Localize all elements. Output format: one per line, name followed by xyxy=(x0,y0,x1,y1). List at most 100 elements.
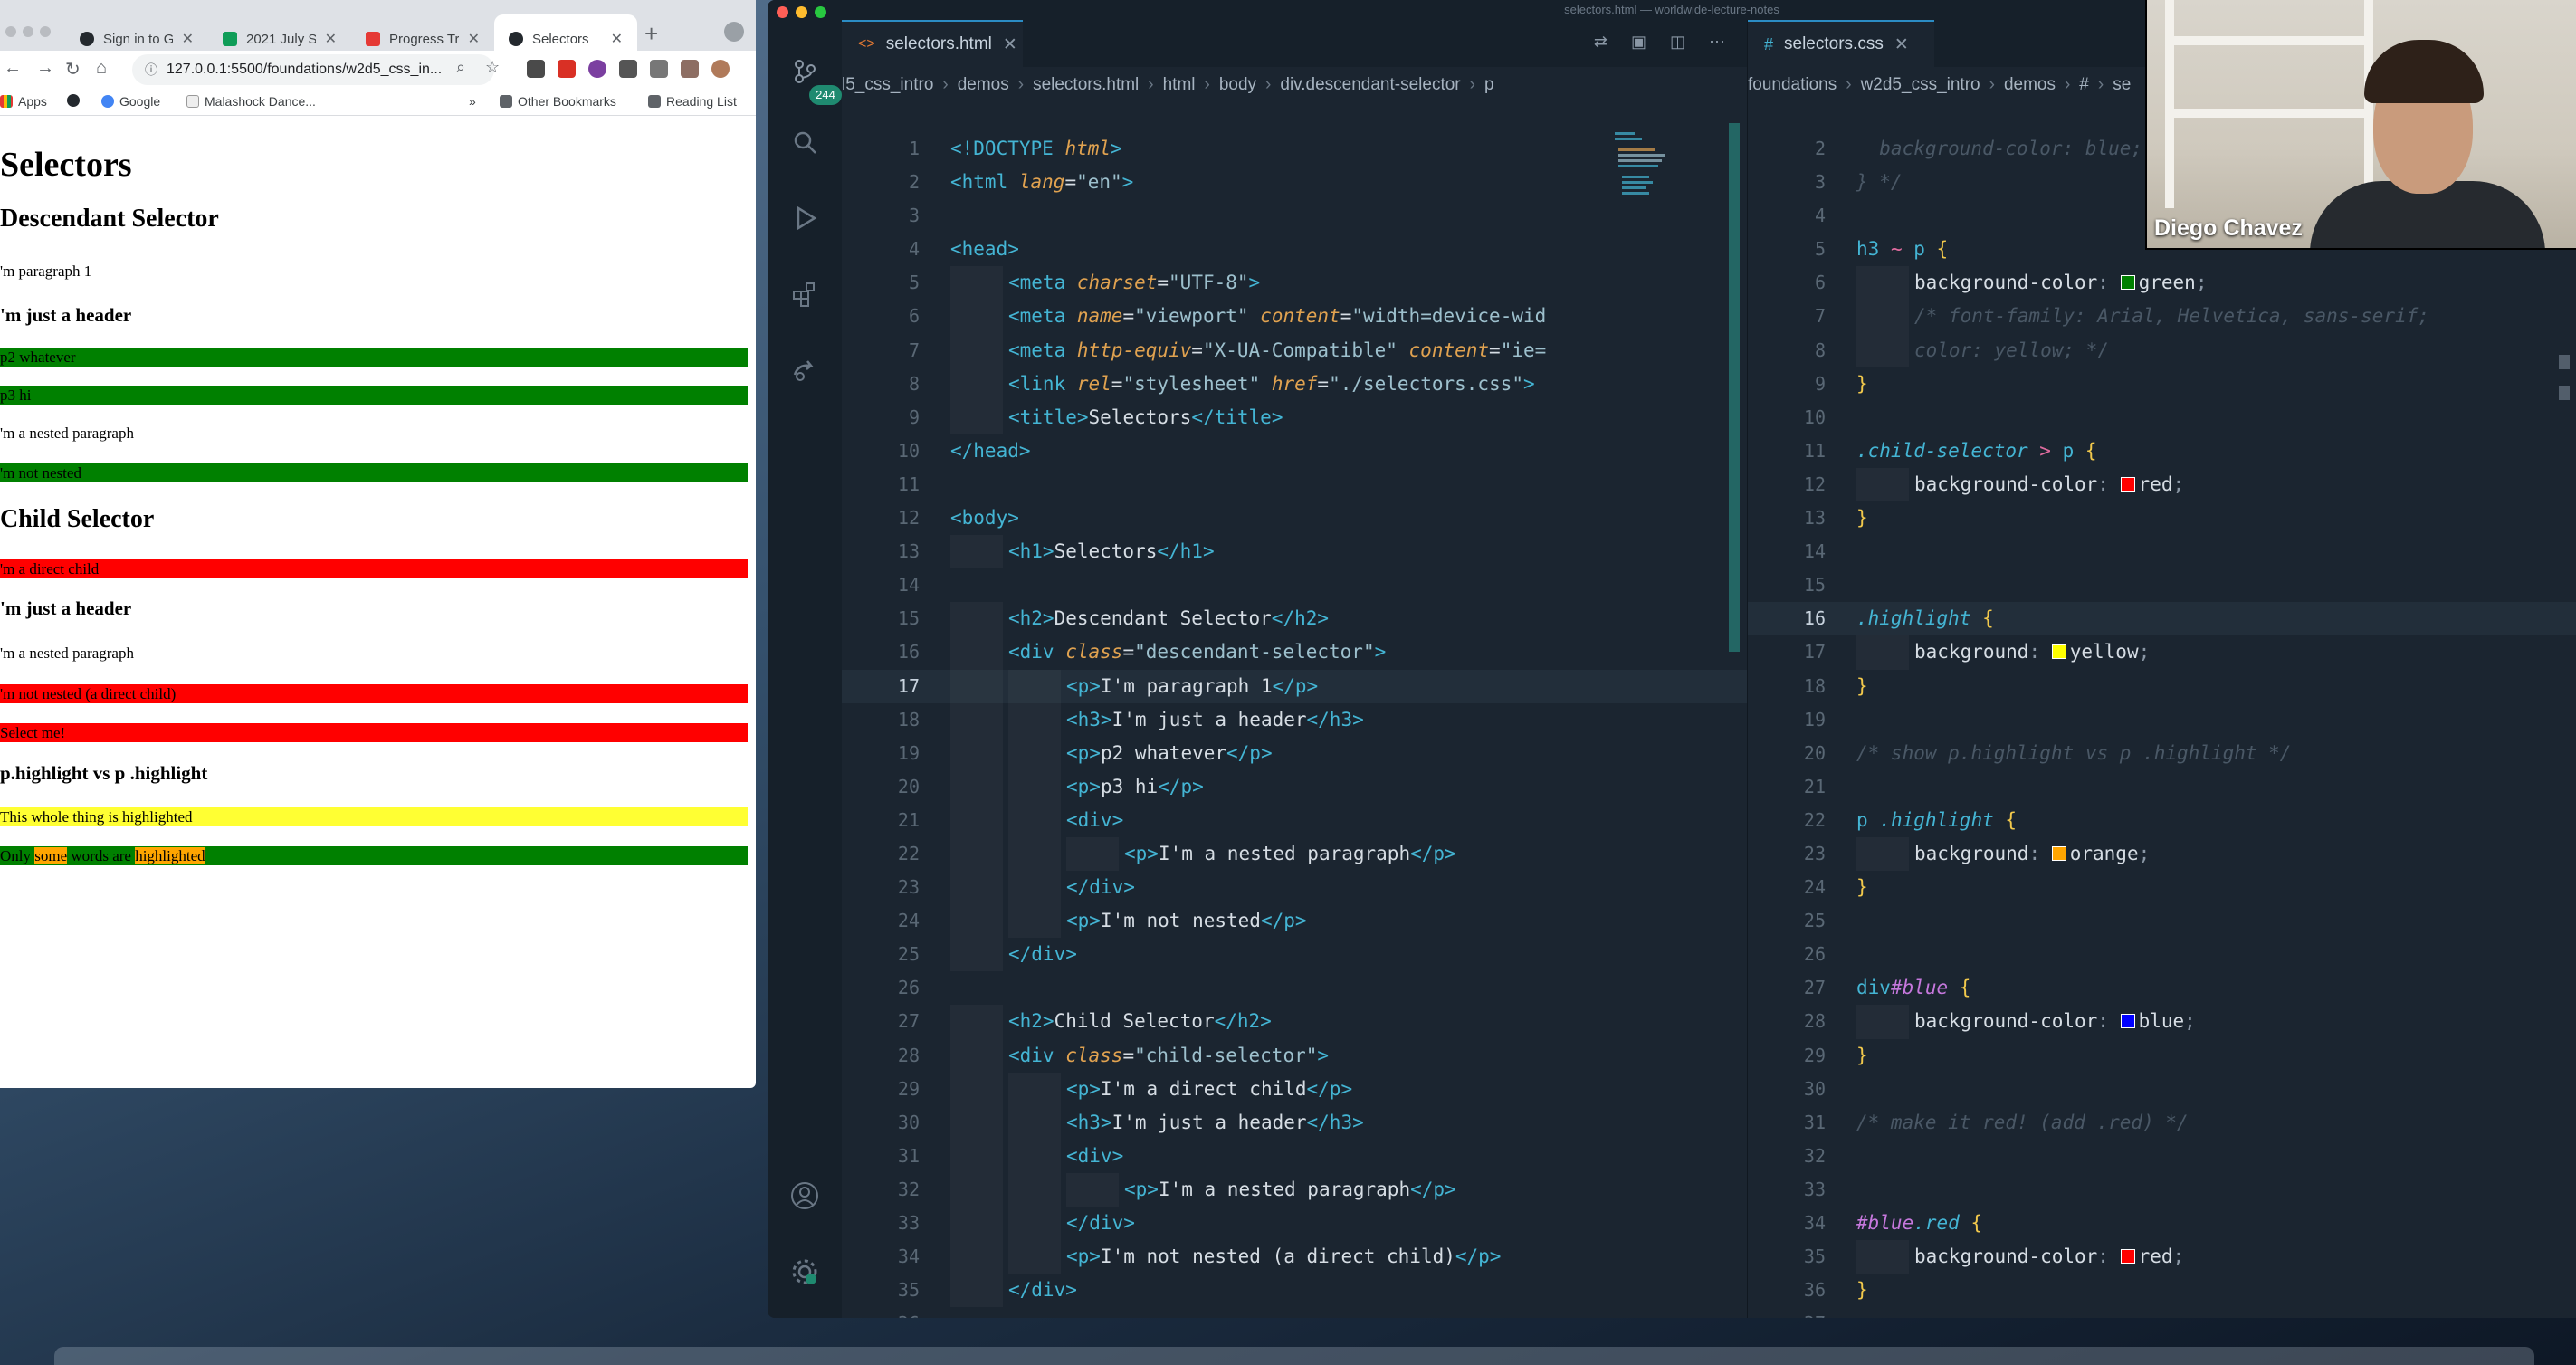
split-editor-icon[interactable]: ◫ xyxy=(1670,33,1685,52)
code-line[interactable]: 32 xyxy=(1748,1140,2576,1173)
dock[interactable] xyxy=(54,1347,2534,1365)
code-line[interactable]: 12 <body> xyxy=(842,501,1747,535)
bookmark-apps[interactable]: Apps xyxy=(0,94,47,109)
bookmark-github[interactable] xyxy=(67,94,80,107)
code-line[interactable]: 15 <h2>Descendant Selector</h2> xyxy=(842,602,1747,635)
code-line[interactable]: 7 /* font-family: Arial, Helvetica, sans-… xyxy=(1748,300,2576,333)
code-line[interactable]: 19 xyxy=(1748,703,2576,737)
avatar[interactable] xyxy=(711,60,730,78)
code-line[interactable]: 13} xyxy=(1748,501,2576,535)
code-line[interactable]: 9} xyxy=(1748,368,2576,401)
close-icon[interactable]: ✕ xyxy=(182,30,194,48)
code-line[interactable]: 23 </div> xyxy=(842,871,1747,904)
code-editor-css[interactable]: 2 background-color: blue; 3} */ 4 5 h3 ~ p {… xyxy=(1748,132,2576,1318)
code-line[interactable]: 22 p .highlight { xyxy=(1748,804,2576,837)
breadcrumb-item[interactable]: l5_css_intro xyxy=(842,75,933,95)
code-line[interactable]: 27 div#blue { xyxy=(1748,971,2576,1005)
code-line[interactable]: 16 <div class="descendant-selector"> xyxy=(842,635,1747,669)
code-line[interactable]: 27 <h2>Child Selector</h2> xyxy=(842,1005,1747,1038)
more-actions-icon[interactable]: ⋯ xyxy=(1709,33,1725,52)
window-controls[interactable] xyxy=(5,25,57,42)
code-line[interactable]: 7 <meta http-equiv="X-UA-Compatible" cont… xyxy=(842,334,1747,368)
code-line[interactable]: 21 xyxy=(1748,770,2576,804)
close-icon[interactable]: ✕ xyxy=(611,30,623,48)
browser-menu-icon[interactable] xyxy=(724,22,744,42)
code-line[interactable]: 32 <p>I'm a nested paragraph</p> xyxy=(842,1173,1747,1207)
code-line[interactable]: 3 xyxy=(842,199,1747,233)
close-window-button[interactable] xyxy=(777,6,788,18)
code-line[interactable]: 34 #blue.red { xyxy=(1748,1207,2576,1240)
code-line[interactable]: 33 xyxy=(1748,1173,2576,1207)
color-swatch-icon[interactable] xyxy=(2051,644,2066,660)
code-line[interactable]: 30 xyxy=(1748,1073,2576,1106)
code-line[interactable]: 20 <p>p3 hi</p> xyxy=(842,770,1747,804)
breadcrumb-item[interactable]: selectors.html xyxy=(1033,75,1139,95)
code-line[interactable]: 11 xyxy=(842,468,1747,501)
code-line[interactable]: 6 background-color: green; xyxy=(1748,266,2576,300)
live-share-icon[interactable] xyxy=(789,355,820,386)
code-line[interactable]: 5 <meta charset="UTF-8"> xyxy=(842,266,1747,300)
breadcrumb-item[interactable]: div.descendant-selector xyxy=(1280,75,1460,95)
code-line[interactable]: 35 background-color: red; xyxy=(1748,1240,2576,1274)
code-line[interactable]: 30 <h3>I'm just a header</h3> xyxy=(842,1106,1747,1140)
extension-icon[interactable] xyxy=(588,60,606,78)
zoom-window-button[interactable] xyxy=(815,6,826,18)
color-swatch-icon[interactable] xyxy=(2051,845,2066,861)
code-line[interactable]: 14 xyxy=(1748,535,2576,568)
settings-gear-icon[interactable] xyxy=(789,1256,820,1287)
breadcrumb-item[interactable]: demos xyxy=(2004,75,2056,95)
code-line[interactable]: 35 </div> xyxy=(842,1274,1747,1307)
code-line[interactable]: 13 <h1>Selectors</h1> xyxy=(842,535,1747,568)
code-line[interactable]: 26 xyxy=(1748,938,2576,971)
code-line[interactable]: 10 </head> xyxy=(842,434,1747,468)
source-control-icon[interactable] xyxy=(789,56,820,87)
scrollbar[interactable] xyxy=(2559,386,2570,400)
minimize-window-button[interactable] xyxy=(796,6,807,18)
bookmark-other[interactable]: Other Bookmarks xyxy=(500,94,616,109)
color-swatch-icon[interactable] xyxy=(2120,1249,2135,1265)
code-line[interactable]: 21 <div> xyxy=(842,804,1747,837)
extension-icon[interactable] xyxy=(558,60,576,78)
code-line[interactable]: 28 background-color: blue; xyxy=(1748,1005,2576,1038)
code-line[interactable]: 9 <title>Selectors</title> xyxy=(842,401,1747,434)
code-line[interactable]: 19 <p>p2 whatever</p> xyxy=(842,737,1747,770)
bookmarks-overflow[interactable]: » xyxy=(469,94,476,109)
scrollbar[interactable] xyxy=(2559,355,2570,369)
code-line[interactable]: 26 xyxy=(842,971,1747,1005)
extension-icon[interactable] xyxy=(527,60,545,78)
code-line[interactable]: 1 <!DOCTYPE html> xyxy=(842,132,1747,166)
code-line[interactable]: 31 /* make it red! (add .red) */ xyxy=(1748,1106,2576,1140)
code-line[interactable]: 37 xyxy=(1748,1307,2576,1318)
code-line[interactable]: 17 <p>I'm paragraph 1</p> xyxy=(842,669,1747,703)
extension-icon[interactable] xyxy=(681,60,699,78)
preview-icon[interactable]: ▣ xyxy=(1631,33,1646,52)
close-icon[interactable]: ✕ xyxy=(325,30,337,48)
code-line[interactable]: 18} xyxy=(1748,670,2576,703)
code-line[interactable]: 36 xyxy=(842,1307,1747,1318)
code-line[interactable]: 16 .highlight { xyxy=(1748,602,2576,636)
code-line[interactable]: 20 /* show p.highlight vs p .highlight */ xyxy=(1748,737,2576,770)
scrollbar[interactable] xyxy=(1729,123,1740,652)
code-line[interactable]: 17 background: yellow; xyxy=(1748,635,2576,669)
bookmark-reading-list[interactable]: Reading List xyxy=(648,94,737,109)
run-debug-icon[interactable] xyxy=(789,203,820,234)
color-swatch-icon[interactable] xyxy=(2120,275,2135,291)
code-line[interactable]: 15 xyxy=(1748,568,2576,602)
code-line[interactable]: 36} xyxy=(1748,1274,2576,1307)
home-icon[interactable]: ⌂ xyxy=(96,58,107,79)
info-icon[interactable]: ⓘ xyxy=(145,61,157,79)
bookmark-star-icon[interactable]: ☆ xyxy=(485,58,500,77)
code-line[interactable]: 29} xyxy=(1748,1039,2576,1073)
code-line[interactable]: 14 xyxy=(842,568,1747,602)
code-line[interactable]: 2 <html lang="en"> xyxy=(842,166,1747,199)
bookmark-google[interactable]: Google xyxy=(101,94,160,109)
reload-icon[interactable]: ↻ xyxy=(65,58,81,81)
breadcrumb-item[interactable]: html xyxy=(1163,75,1196,95)
code-line[interactable]: 6 <meta name="viewport" content="width=de… xyxy=(842,300,1747,333)
code-line[interactable]: 24 <p>I'm not nested</p> xyxy=(842,904,1747,938)
code-editor-html[interactable]: 1 <!DOCTYPE html> 2 <html lang="en"> 3 4 <head… xyxy=(842,132,1747,1318)
minimap[interactable] xyxy=(1613,130,1665,212)
breadcrumb-item[interactable]: se xyxy=(2113,75,2131,95)
breadcrumb-item[interactable]: p xyxy=(1484,75,1494,95)
puzzle-icon[interactable] xyxy=(650,60,668,78)
